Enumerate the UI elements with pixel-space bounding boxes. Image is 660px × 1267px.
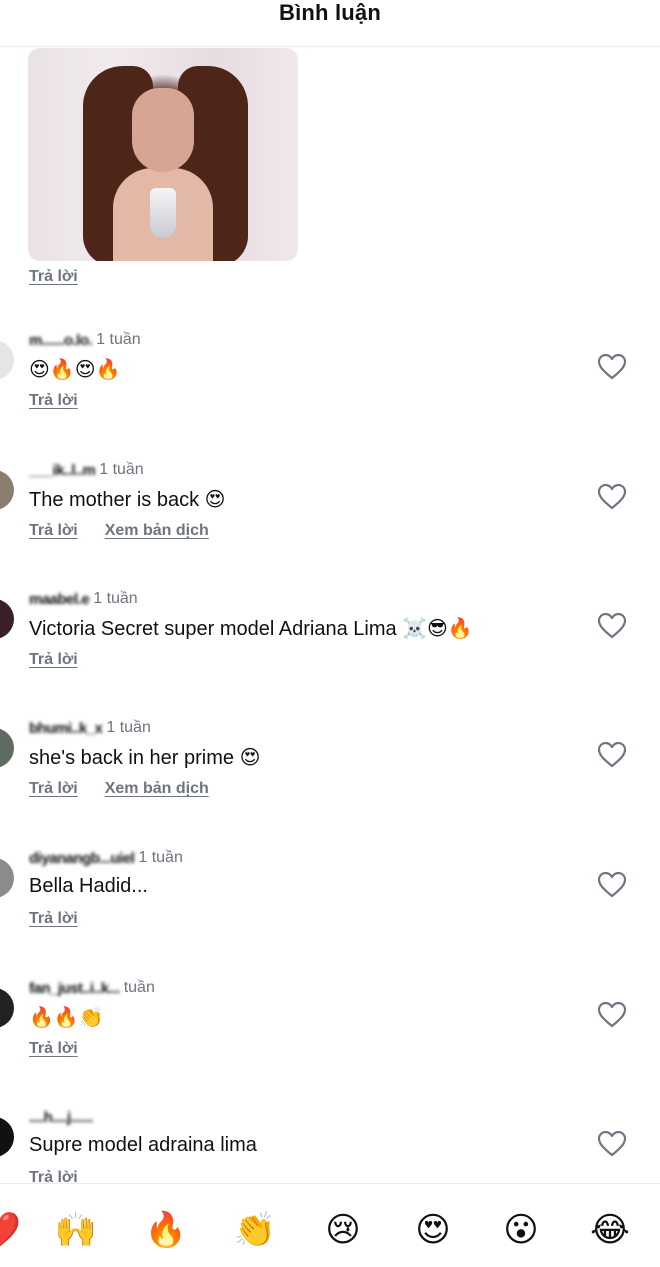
comment-meta: bhumi..k_x 1 tuần [29, 718, 151, 738]
see-translation-link[interactable]: Xem bản dịch [105, 522, 209, 540]
header: Bình luận [0, 0, 660, 47]
comment-item: bhumi..k_x 1 tuần she's back in her prime … [0, 718, 660, 838]
comment-timestamp: tuần [123, 979, 155, 996]
quick-emoji-button[interactable]: 😂 [588, 1210, 632, 1250]
like-heart-icon[interactable] [597, 612, 627, 639]
comment-username[interactable]: fan_just..i..k... [29, 980, 120, 997]
comment-actions: Trả lời Xem bản dịch [29, 522, 209, 540]
comment-username[interactable]: ___ik..l..m [29, 462, 96, 479]
quick-emoji-button[interactable]: 👏 [233, 1210, 277, 1250]
reply-link[interactable]: Trả lời [29, 1169, 78, 1183]
comment-meta: ___ik..l..m 1 tuần [29, 460, 144, 480]
comment-actions: Trả lời [29, 1040, 78, 1058]
quick-emoji-bar: ❤️ 🙌 🔥 👏 😢 😍 😮 😂 [0, 1183, 660, 1267]
reply-link[interactable]: Trả lời [29, 268, 78, 286]
comment-timestamp: 1 tuần [138, 849, 183, 866]
comment-timestamp: 1 tuần [96, 331, 141, 348]
like-heart-icon[interactable] [597, 741, 627, 768]
avatar[interactable] [0, 599, 14, 639]
comment-timestamp: 1 tuần [93, 590, 138, 607]
comment-text: 😍🔥😍🔥 [29, 359, 121, 381]
avatar[interactable] [0, 728, 14, 768]
reply-link[interactable]: Trả lời [29, 780, 78, 798]
quick-emoji-button[interactable]: 🔥 [144, 1210, 188, 1250]
reply-link[interactable]: Trả lời [29, 522, 78, 540]
comment-text: 🔥🔥👏 [29, 1007, 104, 1029]
like-heart-icon[interactable] [597, 353, 627, 380]
comment-gif-image[interactable] [28, 48, 298, 261]
comment-meta: fan_just..i..k... tuần [29, 978, 155, 998]
comment-actions: Trả lời [29, 392, 78, 410]
comment-actions: Trả lời [29, 1169, 78, 1183]
reply-link[interactable]: Trả lời [29, 392, 78, 410]
quick-emoji-button[interactable]: 😮 [499, 1210, 543, 1250]
comment-meta: m......o.lo. 1 tuần [29, 330, 141, 350]
avatar[interactable] [0, 988, 14, 1028]
reply-link[interactable]: Trả lời [29, 1040, 78, 1058]
comment-item: ___ik..l..m 1 tuần The mother is back 😍 Trả… [0, 460, 660, 580]
page-title: Bình luận [278, 0, 381, 25]
comment-text: The mother is back 😍 [29, 489, 226, 511]
like-heart-icon[interactable] [597, 1001, 627, 1028]
comment-actions: Trả lời Xem bản dịch [29, 780, 209, 798]
comment-meta: ....h....j...... [29, 1107, 97, 1127]
comment-text: she's back in her prime 😍 [29, 747, 261, 769]
avatar[interactable] [0, 470, 14, 510]
avatar[interactable] [0, 858, 14, 898]
comment-item: fan_just..i..k... tuần 🔥🔥👏 Trả lời [0, 978, 660, 1098]
comment-meta: maabel.e 1 tuần [29, 589, 138, 609]
reply-link[interactable]: Trả lời [29, 910, 78, 928]
comment-username[interactable]: diyanangb...uiel [29, 850, 135, 867]
comment-item: ....h....j...... Supre model adraina lima… [0, 1107, 660, 1183]
comment-timestamp: 1 tuần [106, 719, 151, 736]
like-heart-icon[interactable] [597, 1130, 627, 1157]
comment-item: m......o.lo. 1 tuần 😍🔥😍🔥 Trả lời [0, 330, 660, 450]
comment-actions: Trả lời [29, 910, 78, 928]
comments-list[interactable]: Trả lời m......o.lo. 1 tuần 😍🔥😍🔥 Trả lời ___… [0, 48, 660, 1183]
comment-username[interactable]: ....h....j...... [29, 1109, 93, 1126]
quick-emoji-button[interactable]: ❤️ [0, 1210, 22, 1250]
like-heart-icon[interactable] [597, 871, 627, 898]
comment-username[interactable]: m......o.lo. [29, 332, 93, 349]
quick-emoji-button[interactable]: 😢 [321, 1210, 365, 1250]
comment-username[interactable]: bhumi..k_x [29, 720, 103, 737]
comment-text: Victoria Secret super model Adriana Lima… [29, 618, 473, 640]
comment-username[interactable]: maabel.e [29, 591, 90, 608]
like-heart-icon[interactable] [597, 483, 627, 510]
see-translation-link[interactable]: Xem bản dịch [105, 780, 209, 798]
comment-timestamp: 1 tuần [99, 461, 144, 478]
comment-item: diyanangb...uiel 1 tuần Bella Hadid... Trả … [0, 848, 660, 968]
comment-text: Supre model adraina lima [29, 1134, 257, 1156]
comment-actions: Trả lời [29, 651, 78, 669]
quick-emoji-button[interactable]: 🙌 [54, 1210, 98, 1250]
avatar[interactable] [0, 1117, 14, 1157]
comment-text: Bella Hadid... [29, 875, 148, 897]
comment-meta: diyanangb...uiel 1 tuần [29, 848, 183, 868]
comment-item: maabel.e 1 tuần Victoria Secret super mode… [0, 589, 660, 709]
quick-emoji-button[interactable]: 😍 [411, 1210, 455, 1250]
reply-link[interactable]: Trả lời [29, 651, 78, 669]
avatar[interactable] [0, 340, 14, 380]
